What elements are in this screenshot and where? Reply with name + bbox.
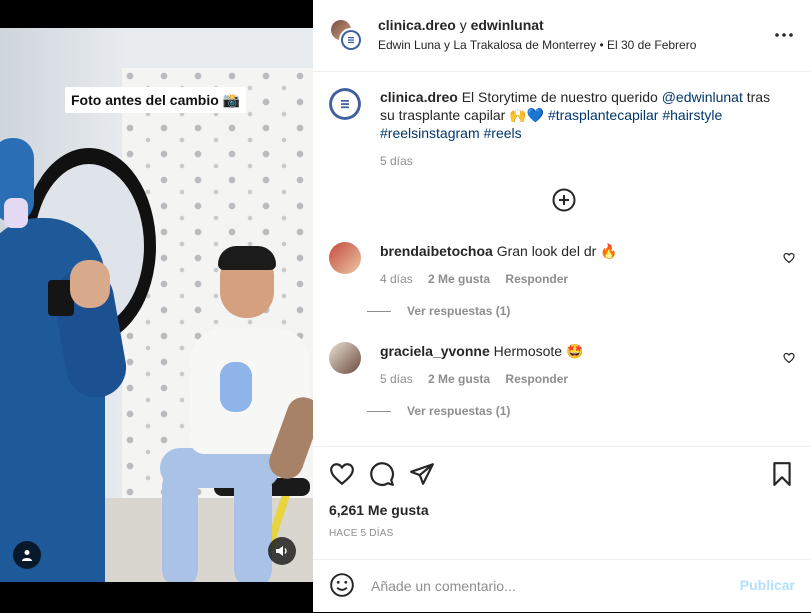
load-more-comments-button[interactable]: [552, 188, 576, 212]
video-overlay-caption: Foto antes del cambio 📸: [65, 87, 247, 113]
post-details-panel: clinica.dreo y edwinlunat Edwin Luna y L…: [313, 0, 811, 612]
caption-username[interactable]: clinica.dreo: [380, 89, 458, 105]
more-horizontal-icon: [775, 33, 793, 37]
caption-mention[interactable]: @edwinlunat: [662, 89, 743, 105]
post-actions: 6,261 Me gusta HACE 5 DÍAS: [313, 446, 811, 560]
author-connector: y: [455, 17, 471, 33]
view-replies-label: Ver respuestas (1): [407, 404, 511, 418]
likes-count[interactable]: 6,261 Me gusta: [329, 502, 429, 518]
caption-text: El Storytime de nuestro querido: [461, 89, 662, 105]
view-replies-label: Ver respuestas (1): [407, 304, 511, 318]
comment-likes[interactable]: 2 Me gusta: [428, 372, 490, 386]
publish-button[interactable]: Publicar: [740, 577, 795, 593]
author-username[interactable]: edwinlunat: [471, 17, 544, 33]
heart-icon[interactable]: [329, 461, 355, 487]
like-comment-heart-icon[interactable]: [783, 352, 795, 364]
comment-time[interactable]: 4 días: [380, 272, 413, 286]
comments-section[interactable]: clinica.dreo El Storytime de nuestro que…: [313, 72, 811, 446]
view-replies-button[interactable]: Ver respuestas (1): [367, 404, 510, 418]
like-comment-heart-icon[interactable]: [783, 252, 795, 264]
comment-text: Gran look del dr 🔥: [496, 243, 618, 259]
comment: graciela_yvonne Hermosote 🤩 5 días 2 Me …: [329, 342, 795, 386]
avatar[interactable]: [329, 88, 361, 120]
comment-meta: 5 días 2 Me gusta Responder: [380, 370, 771, 388]
reply-button[interactable]: Responder: [505, 272, 568, 286]
collab-avatars[interactable]: [329, 18, 363, 52]
shirt-graphic: [220, 362, 252, 412]
comment-icon[interactable]: [369, 461, 395, 487]
replies-divider: [367, 311, 391, 313]
post-caption: clinica.dreo El Storytime de nuestro que…: [329, 88, 795, 168]
avatar[interactable]: [329, 242, 361, 274]
comment-username[interactable]: graciela_yvonne: [380, 343, 490, 359]
reply-button[interactable]: Responder: [505, 372, 568, 386]
tagged-users-button[interactable]: [13, 541, 41, 569]
post-header: clinica.dreo y edwinlunat Edwin Luna y L…: [313, 0, 811, 72]
post-timestamp[interactable]: HACE 5 DÍAS: [329, 528, 393, 539]
comment: brendaibetochoa Gran look del dr 🔥 4 día…: [329, 242, 795, 286]
speaker-icon: [276, 546, 287, 556]
caption-body: clinica.dreo El Storytime de nuestro que…: [380, 88, 771, 170]
comment-likes[interactable]: 2 Me gusta: [428, 272, 490, 286]
caption-meta: 5 días: [380, 152, 771, 170]
audio-and-location[interactable]: Edwin Luna y La Trakalosa de Monterrey •…: [378, 38, 696, 52]
photographer-hand: [70, 260, 110, 308]
more-options-button[interactable]: [775, 26, 793, 37]
post-media[interactable]: Foto antes del cambio 📸: [0, 0, 313, 612]
photographer-mask: [4, 198, 28, 228]
clinic-logo-icon: [341, 30, 361, 50]
comment-body: brendaibetochoa Gran look del dr 🔥 4 día…: [380, 242, 771, 288]
plus-circle-icon: [552, 188, 576, 212]
replies-divider: [367, 411, 391, 413]
author-username[interactable]: clinica.dreo: [378, 17, 456, 33]
smile-icon[interactable]: [329, 572, 355, 598]
user-icon: [22, 550, 32, 561]
comment-input[interactable]: [369, 572, 733, 600]
bookmark-icon[interactable]: [769, 461, 795, 487]
post-authors: clinica.dreo y edwinlunat: [378, 17, 544, 33]
person-leg: [234, 468, 272, 582]
comment-body: graciela_yvonne Hermosote 🤩 5 días 2 Me …: [380, 342, 771, 388]
avatar[interactable]: [329, 342, 361, 374]
send-icon[interactable]: [409, 461, 435, 487]
add-comment-bar: Publicar: [313, 559, 811, 613]
clinic-logo-icon: [329, 88, 361, 120]
mute-button[interactable]: [268, 537, 296, 565]
comment-meta: 4 días 2 Me gusta Responder: [380, 270, 771, 288]
comment-username[interactable]: brendaibetochoa: [380, 243, 493, 259]
person-leg: [162, 468, 198, 582]
view-replies-button[interactable]: Ver respuestas (1): [367, 304, 510, 318]
caption-time[interactable]: 5 días: [380, 154, 413, 168]
avatar[interactable]: [339, 28, 363, 52]
comment-time[interactable]: 5 días: [380, 372, 413, 386]
person-hair: [218, 246, 276, 270]
comment-text: Hermosote 🤩: [493, 343, 584, 359]
